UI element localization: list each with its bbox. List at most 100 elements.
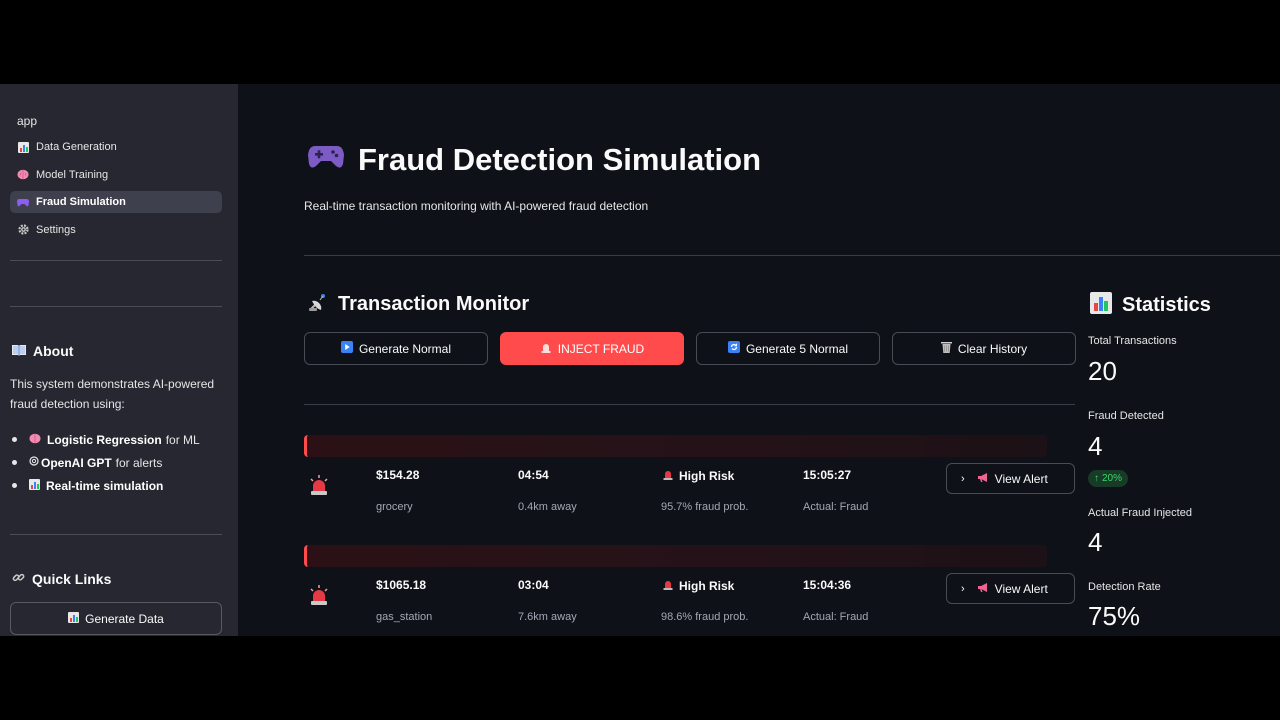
generate-data-button[interactable]: Generate Data (10, 602, 222, 635)
txn-distance: 7.6km away (518, 611, 577, 623)
sidebar-item-fraud-simulation[interactable]: Fraud Simulation (10, 191, 222, 213)
fraud-detected-value: 4 (1088, 431, 1103, 461)
txn-actual: Actual: Fraud (803, 611, 869, 623)
txn-actual: Actual: Fraud (803, 501, 869, 513)
sidebar-item-label: Settings (36, 223, 76, 236)
sidebar-item-settings[interactable]: Settings (10, 219, 222, 241)
txn-category: grocery (376, 501, 413, 513)
refresh-icon (727, 341, 740, 356)
detection-rate-value: 75% (1088, 601, 1141, 631)
megaphone-icon (977, 582, 990, 596)
list-item-text: for ML (165, 432, 200, 447)
openai-icon (29, 456, 39, 469)
link-icon (12, 571, 25, 587)
page-title: Fraud Detection Simulation (308, 142, 761, 178)
txn-time: 03:04 (518, 578, 549, 592)
list-item-bold: OpenAI GPT (41, 455, 112, 470)
sidebar-item-label: Model Training (36, 168, 109, 181)
generate-data-label: Generate Data (85, 611, 164, 626)
siren-icon (308, 474, 330, 496)
risk-bar (304, 435, 1047, 457)
chart-icon (68, 611, 80, 626)
detection-rate-label: Detection Rate (1088, 581, 1161, 593)
total-transactions-label: Total Transactions (1088, 335, 1177, 347)
sidebar-app-link[interactable]: app (17, 114, 37, 128)
clear-history-button[interactable]: Clear History (892, 332, 1076, 365)
txn-timestamp: 15:04:36 (803, 578, 852, 592)
fraud-detected-label: Fraud Detected (1088, 410, 1164, 422)
trash-icon (940, 341, 952, 356)
arrow-up-icon: ↑ (1094, 473, 1099, 484)
sidebar-item-label: Fraud Simulation (36, 196, 126, 208)
siren-icon (662, 578, 674, 593)
page-subtitle: Real-time transaction monitoring with AI… (304, 199, 649, 213)
chevron-right-icon: › (961, 472, 965, 485)
main-content: Fraud Detection Simulation Real-time tra… (238, 84, 1280, 636)
app-window: app Data Generation Model Training Fraud… (0, 84, 1280, 636)
transaction-row: $1065.18 gas_station 03:04 7.6km away Hi… (304, 545, 1075, 636)
sidebar: app Data Generation Model Training Fraud… (0, 84, 238, 636)
generate-5-normal-button[interactable]: Generate 5 Normal (696, 332, 880, 365)
gear-icon (17, 224, 29, 236)
txn-prob: 95.7% fraud prob. (661, 501, 749, 513)
sidebar-item-data-generation[interactable]: Data Generation (10, 136, 222, 158)
statistics-heading: Statistics (1090, 292, 1211, 319)
quick-links-heading: Quick Links (12, 571, 111, 587)
txn-risk: High Risk (662, 468, 734, 483)
inject-fraud-button[interactable]: INJECT FRAUD (500, 332, 684, 365)
book-icon (12, 344, 26, 359)
about-heading: About (12, 343, 73, 359)
about-text: This system demonstrates AI-powered frau… (10, 377, 215, 411)
clear-history-label: Clear History (957, 341, 1028, 356)
view-alert-button[interactable]: › View Alert (946, 573, 1075, 604)
list-item: Real-time simulation (12, 474, 227, 497)
actual-fraud-label: Actual Fraud Injected (1088, 507, 1192, 519)
divider (304, 404, 1075, 405)
txn-prob: 98.6% fraud prob. (661, 611, 749, 623)
transaction-row: $154.28 grocery 04:54 0.4km away High Ri… (304, 435, 1075, 535)
list-item-bold: Logistic Regression (47, 432, 162, 447)
transaction-monitor-heading-text: Transaction Monitor (338, 293, 530, 315)
sidebar-divider (10, 306, 222, 307)
siren-icon (662, 468, 674, 483)
fraud-delta-value: 20% (1102, 473, 1123, 484)
about-heading-text: About (33, 343, 74, 359)
generate-normal-label: Generate Normal (358, 341, 452, 356)
generate-normal-button[interactable]: Generate Normal (304, 332, 488, 365)
fraud-delta-badge: ↑ 20% (1088, 470, 1129, 487)
generate-5-normal-label: Generate 5 Normal (745, 341, 849, 356)
sidebar-item-label: Data Generation (36, 141, 117, 153)
risk-bar (304, 545, 1047, 567)
chart-icon (29, 478, 40, 493)
play-icon (340, 341, 353, 356)
txn-amount: $154.28 (376, 468, 420, 482)
brain-icon (17, 169, 29, 181)
chevron-right-icon: › (961, 582, 965, 595)
chart-icon (1090, 292, 1112, 319)
txn-category: gas_station (376, 611, 433, 623)
page-title-text: Fraud Detection Simulation (358, 142, 762, 177)
list-item: Logistic Regression for ML (12, 428, 227, 451)
total-transactions-value: 20 (1088, 356, 1117, 386)
about-list: Logistic Regression for ML OpenAI GPT fo… (12, 428, 227, 497)
list-item: OpenAI GPT for alerts (12, 451, 227, 474)
sidebar-nav: Data Generation Model Training Fraud Sim… (10, 136, 222, 246)
view-alert-label: View Alert (994, 471, 1048, 486)
quick-links-heading-text: Quick Links (32, 571, 112, 587)
gamepad-icon (308, 144, 344, 177)
bullet (12, 460, 17, 465)
list-item-text: for alerts (115, 455, 163, 470)
megaphone-icon (977, 472, 990, 486)
statistics-heading-text: Statistics (1122, 294, 1211, 316)
siren-icon (308, 584, 330, 606)
list-item-bold: Real-time simulation (46, 478, 164, 493)
view-alert-button[interactable]: › View Alert (946, 463, 1075, 494)
sidebar-divider (10, 260, 222, 261)
actual-fraud-value: 4 (1088, 527, 1103, 557)
view-alert-label: View Alert (994, 581, 1048, 596)
txn-risk: High Risk (662, 578, 734, 593)
sidebar-item-model-training[interactable]: Model Training (10, 164, 222, 186)
txn-risk-label: High Risk (679, 578, 735, 593)
inject-fraud-label: INJECT FRAUD (557, 341, 645, 356)
sidebar-divider (10, 534, 222, 535)
